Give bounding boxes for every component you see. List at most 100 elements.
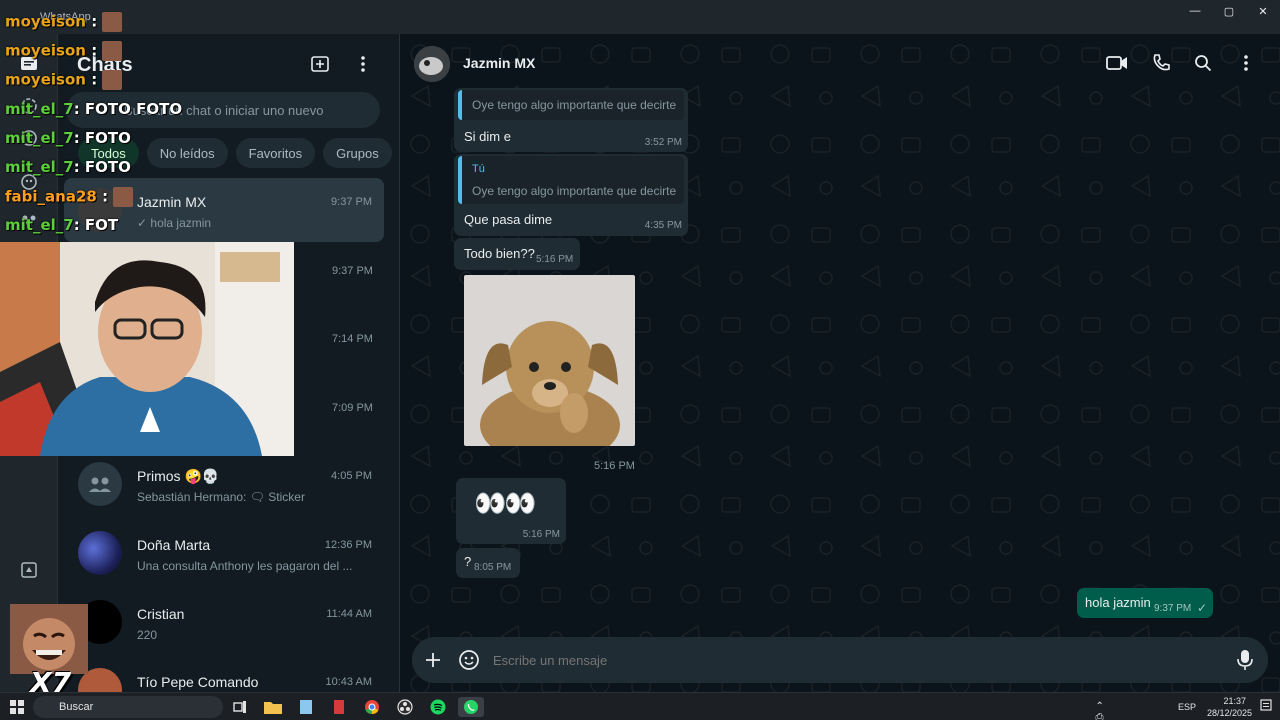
message-bubble-outgoing[interactable]: hola jazmin 9:37 PM ✓ <box>1077 588 1213 618</box>
laughing-emote-overlay <box>10 604 88 674</box>
sticker-time: 5:16 PM <box>594 460 635 472</box>
tray-icons[interactable]: ⌃ ⎙ 🎤 ☐ 🔊 <box>1096 701 1108 720</box>
microphone-icon[interactable] <box>1233 648 1257 672</box>
message-time: 3:52 PM <box>644 137 682 148</box>
chat-text: : FOTO FOTO <box>73 100 183 118</box>
chat-time: 10:43 AM <box>325 676 372 688</box>
filter-groups[interactable]: Grupos <box>323 138 392 168</box>
puppy-sticker[interactable] <box>464 275 635 446</box>
voice-call-icon[interactable] <box>1149 51 1173 75</box>
close-window-button[interactable]: ✕ <box>1246 0 1280 22</box>
taskbar-search[interactable]: Buscar <box>33 696 223 718</box>
whatsapp-taskbar-icon[interactable] <box>458 697 484 717</box>
chat-text: : <box>91 12 98 31</box>
spotify-icon[interactable] <box>427 697 449 717</box>
emote-icon <box>102 12 123 32</box>
message-bubble[interactable]: Todo bien?? 5:16 PM <box>454 238 580 270</box>
new-chat-icon[interactable] <box>308 52 332 76</box>
maximize-button[interactable]: ▢ <box>1212 0 1246 22</box>
window-controls: — ▢ ✕ <box>1178 0 1280 24</box>
chat-item-cristian[interactable]: Cristian 11:44 AM 220 <box>64 590 384 654</box>
notifications-icon[interactable] <box>1260 699 1272 715</box>
message-input[interactable] <box>493 653 1193 668</box>
avatar <box>78 531 122 575</box>
filter-unread[interactable]: No leídos <box>146 138 228 168</box>
group-avatar <box>78 462 122 506</box>
minimize-button[interactable]: — <box>1178 0 1212 22</box>
clock-time[interactable]: 21:37 <box>1223 696 1246 706</box>
chat-text: : FOTO <box>73 158 131 176</box>
attach-plus-icon[interactable] <box>421 648 445 672</box>
emote-icon <box>102 41 123 61</box>
chat-preview: 220 <box>137 628 158 642</box>
chat-preview: Una consulta Anthony les pagaron del ... <box>137 559 353 573</box>
quoted-text: Oye tengo algo importante que decirte <box>472 184 677 198</box>
contact-avatar[interactable] <box>414 46 450 82</box>
chat-text: : FOTO <box>73 129 131 147</box>
menu-icon[interactable] <box>351 52 375 76</box>
title-bar: WhatsApp — ▢ ✕ <box>0 0 1280 34</box>
emote-icon <box>113 187 134 207</box>
file-explorer-icon[interactable] <box>262 697 284 717</box>
video-call-icon[interactable] <box>1105 51 1129 75</box>
emoji-sticker-icon[interactable] <box>457 648 481 672</box>
emote-icon <box>102 70 123 90</box>
language-indicator[interactable]: ESP <box>1178 702 1196 712</box>
chat-item-primos[interactable]: Primos 🤪💀 4:05 PM Sebastián Hermano: 🗨 S… <box>64 452 384 516</box>
message-text: hola jazmin <box>1085 595 1151 610</box>
stream-chat-line: moyeison : <box>5 70 123 90</box>
filter-favorites[interactable]: Favoritos <box>235 138 316 168</box>
stream-chat-line: moyeison : <box>5 41 123 61</box>
stream-chat-line: fabi_ana28 : <box>5 187 134 207</box>
chat-username: fabi_ana28 <box>5 187 97 206</box>
message-bubble[interactable]: 👀👀 5:16 PM <box>456 478 566 544</box>
message-time: 5:16 PM <box>536 254 574 265</box>
notepad-icon[interactable] <box>295 697 317 717</box>
stream-chat-line: moyeison : <box>5 12 123 32</box>
message-bubble[interactable]: ? 8:05 PM <box>456 548 520 578</box>
chat-text: : <box>91 41 98 60</box>
message-text: Todo bien?? <box>464 246 535 261</box>
search-icon[interactable] <box>1191 51 1215 75</box>
obs-icon[interactable] <box>394 697 416 717</box>
chat-name: Jazmin MX <box>137 194 207 210</box>
message-text: Que pasa dime <box>464 212 553 227</box>
chat-username: moyeison <box>5 70 86 89</box>
chat-name: Tío Pepe Comando <box>137 674 259 690</box>
group-icon <box>89 477 111 492</box>
contact-name[interactable]: Jazmin MX <box>463 55 535 71</box>
chat-text: : <box>102 187 109 206</box>
quoted-message[interactable]: Oye tengo algo importante que decirte <box>458 90 684 120</box>
chat-username: mit_el_7 <box>5 216 74 234</box>
message-text: 👀👀 <box>474 488 537 518</box>
message-time: 8:05 PM <box>474 562 512 573</box>
conversation-header: Jazmin MX <box>400 34 1280 92</box>
chat-name: Doña Marta <box>137 537 211 553</box>
clock-date[interactable]: 28/12/2025 <box>1207 708 1252 718</box>
chat-time: 11:44 AM <box>326 608 372 620</box>
chat-text: : FOT <box>73 216 119 234</box>
starred-nav-icon[interactable] <box>17 558 41 582</box>
stream-chat-line: mit_el_7: FOT <box>5 216 118 234</box>
app-icon[interactable] <box>328 697 350 717</box>
chat-item-tio-pepe[interactable]: Tío Pepe Comando 10:43 AM <box>64 658 384 692</box>
chrome-icon[interactable] <box>361 697 383 717</box>
task-view-icon[interactable] <box>229 697 251 717</box>
message-text: Si dim e <box>464 129 511 144</box>
chat-preview: Sebastián Hermano: 🗨 Sticker <box>137 490 305 504</box>
chat-time: 9:37 PM <box>331 196 372 208</box>
windows-start-icon[interactable] <box>6 697 28 717</box>
chat-username: mit_el_7 <box>5 129 74 147</box>
screen: WhatsApp — ▢ ✕ Chats Buscar un chat o in… <box>0 0 1280 720</box>
message-composer <box>412 637 1268 683</box>
taskbar-search-label: Buscar <box>59 701 94 713</box>
message-bubble[interactable]: Tú Oye tengo algo importante que decirte… <box>454 154 688 236</box>
conversation-panel: Jazmin MX Oye tengo algo importante que … <box>400 34 1280 692</box>
message-bubble[interactable]: Oye tengo algo importante que decirte Si… <box>454 88 688 152</box>
chat-item-dona-marta[interactable]: Doña Marta 12:36 PM Una consulta Anthony… <box>64 521 384 585</box>
message-time: 5:16 PM <box>522 529 560 540</box>
conversation-menu-icon[interactable] <box>1234 51 1258 75</box>
chat-preview: ✓ hola jazmin <box>137 216 212 230</box>
quoted-message[interactable]: Tú Oye tengo algo importante que decirte <box>458 156 684 204</box>
chat-text: : <box>91 70 98 89</box>
